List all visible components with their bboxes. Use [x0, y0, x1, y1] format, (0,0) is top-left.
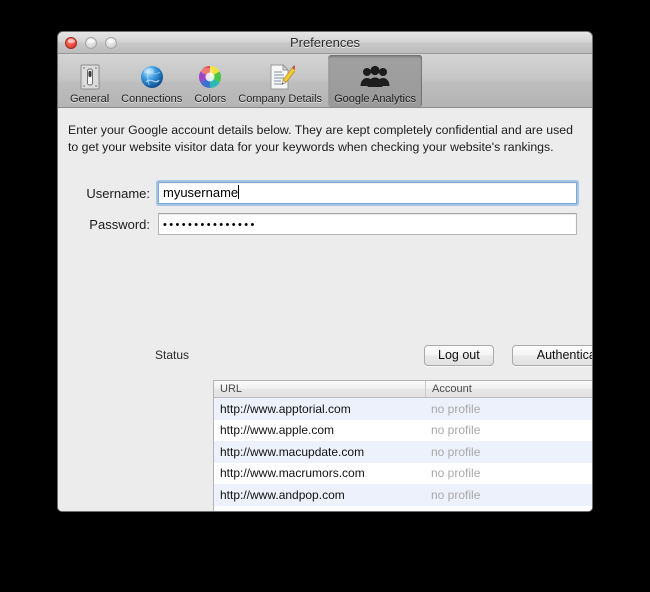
password-label: Password:	[89, 216, 150, 232]
window-title: Preferences	[289, 35, 361, 50]
table-row[interactable]: http://www.andpop.com no profile	[214, 484, 592, 506]
table-row[interactable]: http://www.apptorial.com no profile	[214, 398, 592, 420]
status-row: Status Log out Authenticate	[155, 345, 592, 366]
table-row[interactable]: http://www.macupdate.com no profile	[214, 441, 592, 463]
toolbar-item-connections-label: Connections	[121, 93, 183, 105]
username-label: Username:	[86, 185, 150, 201]
toolbar-item-connections[interactable]: Connections	[115, 55, 188, 107]
username-input[interactable]: myusername	[158, 182, 577, 204]
preferences-toolbar: General Connections Colors Company Detai…	[58, 54, 592, 108]
cell-account: no profile	[431, 423, 481, 438]
toolbar-item-general[interactable]: General	[64, 55, 115, 107]
traffic-light-group	[65, 37, 117, 49]
globe-icon	[136, 62, 168, 92]
column-header-url[interactable]: URL	[214, 381, 425, 397]
cell-url: http://www.andpop.com	[220, 487, 345, 502]
log-out-button[interactable]: Log out	[424, 345, 494, 366]
toolbar-item-company-details-label: Company Details	[238, 93, 323, 105]
window-titlebar: Preferences	[58, 32, 592, 54]
cell-url: http://www.macrumors.com	[220, 466, 365, 481]
cell-account: no profile	[431, 401, 481, 416]
toolbar-item-company-details[interactable]: Company Details	[232, 55, 328, 107]
table-row[interactable]: http://www.macrumors.com no profile	[214, 462, 592, 484]
toolbar-item-colors-label: Colors	[194, 93, 227, 105]
username-value: myusername	[163, 185, 239, 200]
table-row[interactable]: http://www.apple.com no profile	[214, 419, 592, 441]
cell-account: no profile	[431, 487, 481, 502]
color-wheel-icon	[194, 62, 226, 92]
zoom-button-icon[interactable]	[105, 37, 117, 49]
cell-url: http://www.apptorial.com	[220, 401, 351, 416]
cell-url: http://www.ragesw.com	[214, 509, 425, 511]
username-row: Username: myusername	[68, 182, 577, 204]
text-caret	[238, 185, 240, 199]
people-group-icon	[359, 62, 391, 92]
minimize-button-icon[interactable]	[85, 37, 97, 49]
password-value: •••••••••••••••	[163, 219, 257, 231]
document-pencil-icon	[264, 62, 296, 92]
table-row[interactable]: http://www.ragesw.com no profile	[214, 505, 592, 511]
cell-account: no profile	[425, 509, 592, 511]
password-row: Password: •••••••••••••••	[68, 213, 577, 235]
cell-url: http://www.apple.com	[220, 423, 335, 438]
cell-account: no profile	[431, 444, 481, 459]
profiles-table[interactable]: URL Account http://www.apptorial.com no …	[213, 380, 592, 511]
status-label: Status	[155, 348, 190, 362]
preferences-window: Preferences General Connections Colors C…	[57, 31, 593, 512]
switch-icon	[74, 62, 106, 92]
cell-url: http://www.macupdate.com	[220, 444, 365, 459]
toolbar-item-google-analytics-label: Google Analytics	[334, 93, 416, 105]
toolbar-item-google-analytics[interactable]: Google Analytics	[328, 55, 422, 107]
intro-description: Enter your Google account details below.…	[68, 123, 573, 154]
close-button-icon[interactable]	[65, 37, 77, 49]
toolbar-item-colors[interactable]: Colors	[188, 55, 232, 107]
table-header-row: URL Account	[214, 381, 592, 398]
cell-account: no profile	[431, 466, 481, 481]
preferences-content-pane: Enter your Google account details below.…	[58, 108, 592, 511]
toolbar-item-general-label: General	[70, 93, 110, 105]
password-input[interactable]: •••••••••••••••	[158, 213, 577, 235]
column-header-account[interactable]: Account	[425, 381, 592, 397]
authenticate-button[interactable]: Authenticate	[512, 345, 592, 366]
